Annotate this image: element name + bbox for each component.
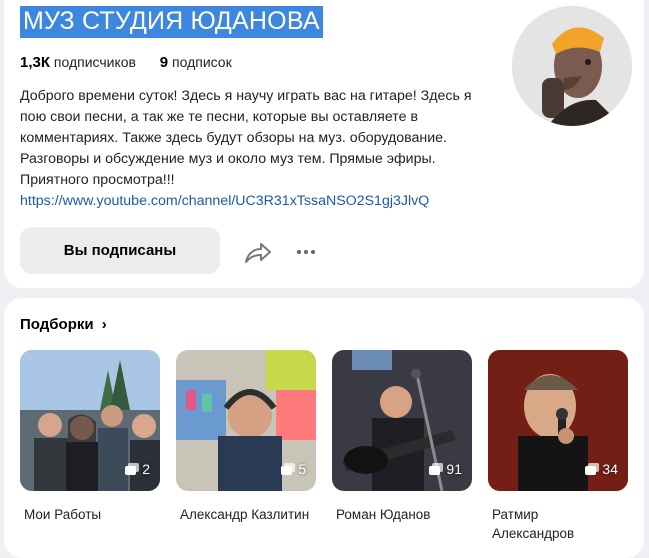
collection-thumb-roman[interactable]: 91: [332, 350, 472, 491]
share-button[interactable]: [240, 236, 274, 268]
collection-label[interactable]: Роман Юданов: [336, 505, 481, 524]
collection-stack-icon: [585, 463, 600, 475]
channel-avatar: [512, 6, 632, 126]
chevron-right-icon: ›: [101, 316, 107, 333]
subscribers-label: подписчиков: [53, 54, 136, 70]
collection-label[interactable]: Мои Работы: [24, 505, 169, 524]
video-count-value: 34: [602, 461, 618, 477]
video-count-value: 5: [298, 461, 306, 477]
subscribers-count: 1,3К: [20, 54, 51, 71]
collection-thumb-my-works[interactable]: 2: [20, 350, 160, 491]
channel-stats: 1,3К подписчиков 9 подписок: [20, 54, 232, 71]
collection-thumb-ratmir[interactable]: 34: [488, 350, 628, 491]
collections-card: Подборки › 2 Мои Работы 5 Александр Казл…: [4, 298, 644, 558]
channel-header-card: МУЗ СТУДИЯ ЮДАНОВА 1,3К подписчиков 9 по…: [4, 0, 644, 288]
collections-title: Подборки: [20, 316, 94, 333]
channel-link[interactable]: https://www.youtube.com/channel/UC3R31xT…: [20, 193, 429, 209]
channel-description: Доброго времени суток! Здесь я научу игр…: [20, 88, 472, 188]
more-icon: [297, 250, 315, 254]
video-count-value: 91: [446, 461, 462, 477]
subscriptions-count: 9: [159, 54, 169, 71]
subscribed-button[interactable]: Вы подписаны: [20, 227, 220, 274]
collection-thumb-kazlitin[interactable]: 5: [176, 350, 316, 491]
collection-label[interactable]: Александр Казлитин: [180, 505, 325, 524]
more-options-button[interactable]: [289, 236, 323, 268]
collection-stack-icon: [281, 463, 296, 475]
collection-stack-icon: [429, 463, 444, 475]
subscriptions-label: подписок: [172, 54, 232, 70]
channel-title: МУЗ СТУДИЯ ЮДАНОВА: [20, 6, 323, 38]
video-count: 34: [585, 461, 618, 477]
collections-header[interactable]: Подборки ›: [20, 316, 107, 333]
video-count: 91: [429, 461, 462, 477]
video-count: 2: [125, 461, 150, 477]
video-count-value: 2: [142, 461, 150, 477]
share-icon: [245, 243, 271, 263]
collection-label[interactable]: Ратмир Александров: [492, 505, 612, 543]
collection-stack-icon: [125, 463, 140, 475]
video-count: 5: [281, 461, 306, 477]
